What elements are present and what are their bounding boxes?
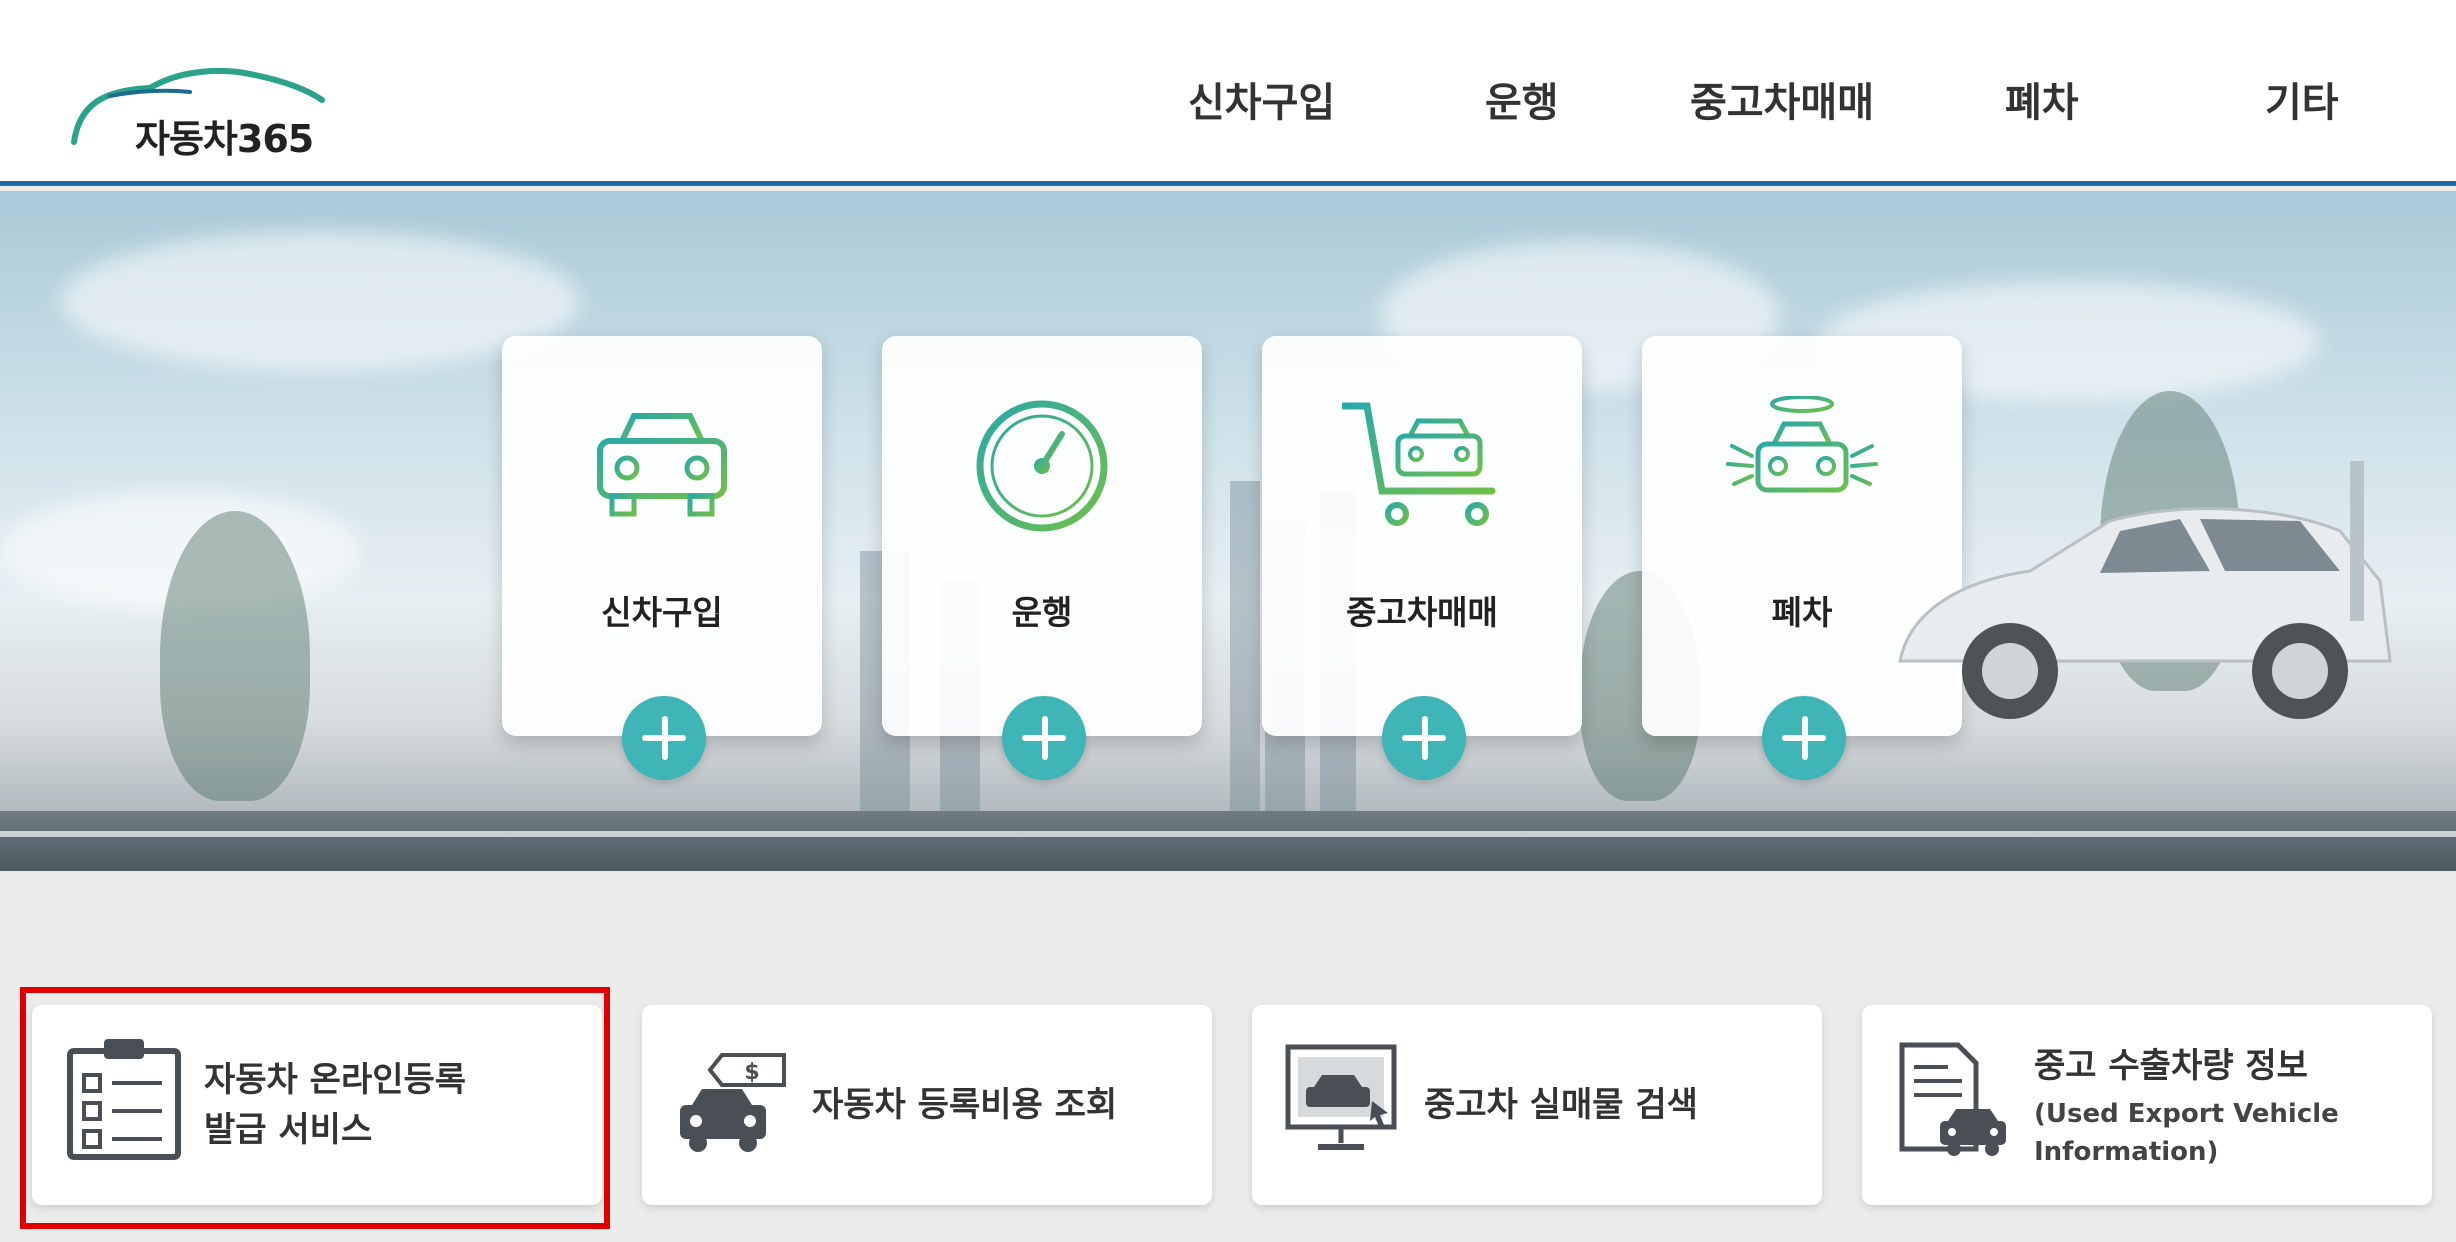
plus-icon[interactable]	[622, 696, 706, 780]
service-card-registration-cost[interactable]: $ 자동차 등록비용 조회	[642, 1005, 1212, 1205]
plus-icon[interactable]	[1382, 696, 1466, 780]
document-car-icon	[1899, 1042, 2006, 1156]
cart-car-icon	[1342, 402, 1496, 526]
service-card-export-vehicle[interactable]: 중고 수출차량 정보 (Used Export Vehicle Informat…	[1862, 1005, 2432, 1205]
nav-item-etc[interactable]: 기타	[2265, 70, 2339, 130]
nav-item-driving[interactable]: 운행	[1485, 70, 1559, 130]
city-building	[1230, 481, 1260, 811]
nav-item-new-car[interactable]: 신차구입	[1188, 70, 1335, 130]
road-line	[0, 831, 2456, 837]
quick-card-used-car[interactable]: 중고차매매	[1262, 336, 1582, 780]
quick-card-driving[interactable]: 운행	[882, 336, 1202, 780]
angel-car-icon	[1726, 396, 1878, 493]
card-label: 운행	[1011, 593, 1073, 632]
car-illustration	[1898, 461, 2392, 719]
service-title: 중고차 실매물 검색	[1424, 1085, 1698, 1125]
service-card-used-car-search[interactable]: 중고차 실매물 검색	[1252, 1005, 1822, 1205]
service-subtitle-line2: Information)	[2034, 1137, 2219, 1167]
card-label: 중고차매매	[1346, 593, 1498, 632]
svg-text:$: $	[744, 1060, 759, 1085]
hero-banner: 신차구입 운행 중고차매매 폐차	[0, 191, 2456, 871]
card-label: 신차구입	[601, 593, 723, 632]
nav-item-scrap[interactable]: 폐차	[2005, 70, 2079, 130]
quick-card-new-car[interactable]: 신차구입	[502, 336, 822, 780]
speedometer-icon	[976, 400, 1108, 532]
road	[0, 811, 2456, 871]
car-icon	[597, 413, 727, 517]
selection-highlight	[20, 987, 610, 1229]
monitor-car-icon	[1285, 1044, 1397, 1150]
car-price-tag-icon: $	[680, 1053, 786, 1152]
service-subtitle: (Used Export Vehicle	[2034, 1099, 2339, 1129]
logo-text: 자동차365	[135, 117, 314, 161]
nav-item-used-car[interactable]: 중고차매매	[1690, 70, 1874, 130]
site-header: 자동차365 신차구입 운행 중고차매매 폐차 기타	[0, 0, 2456, 186]
service-title: 자동차 등록비용 조회	[812, 1085, 1118, 1125]
tree-decoration	[160, 511, 310, 801]
plus-icon[interactable]	[1762, 696, 1846, 780]
plus-icon[interactable]	[1002, 696, 1086, 780]
service-title: 중고 수출차량 정보	[2034, 1046, 2308, 1086]
site-logo[interactable]: 자동차365	[70, 60, 340, 161]
